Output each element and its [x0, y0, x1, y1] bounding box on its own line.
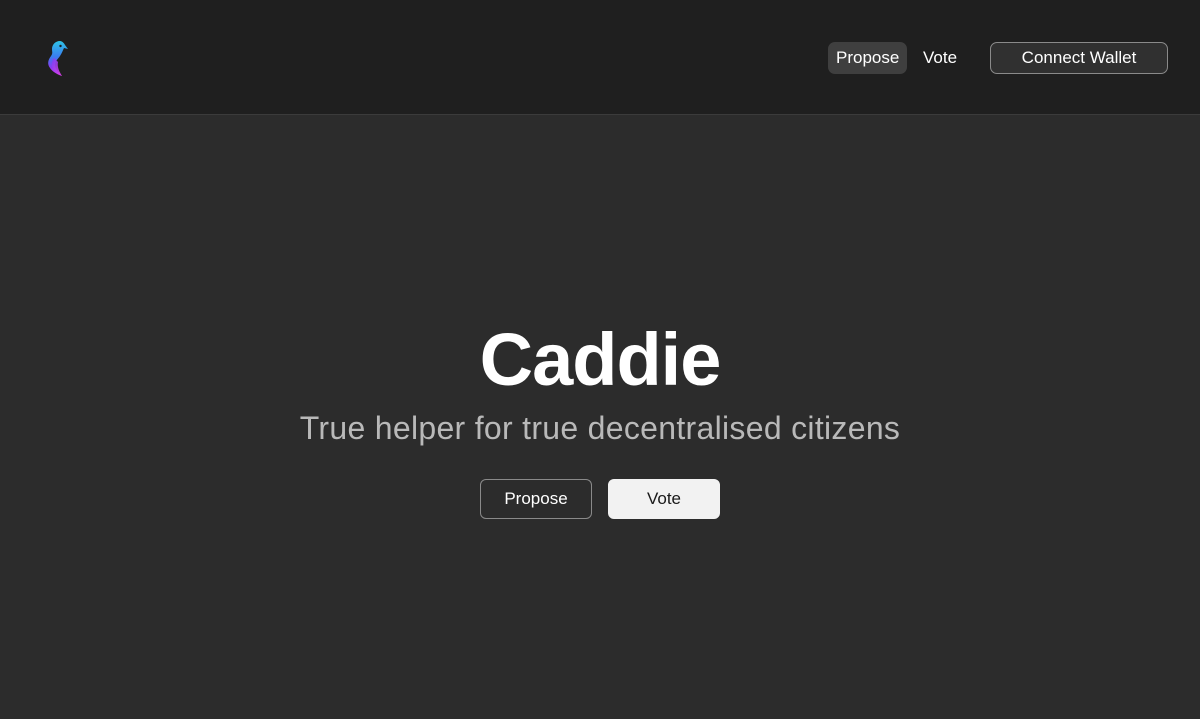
hero-subtitle: True helper for true decentralised citiz…: [299, 410, 901, 446]
vote-button[interactable]: Vote: [608, 479, 720, 519]
nav-propose-link[interactable]: Propose: [828, 42, 907, 74]
hero-title: Caddie: [479, 318, 722, 401]
bird-logo-icon[interactable]: [42, 38, 74, 78]
top-navbar: Propose Vote Connect Wallet: [0, 0, 1200, 115]
connect-wallet-button[interactable]: Connect Wallet: [990, 42, 1168, 74]
main-nav: Propose Vote: [828, 42, 965, 74]
nav-vote-link[interactable]: Vote: [915, 42, 965, 74]
propose-button[interactable]: Propose: [480, 479, 592, 519]
